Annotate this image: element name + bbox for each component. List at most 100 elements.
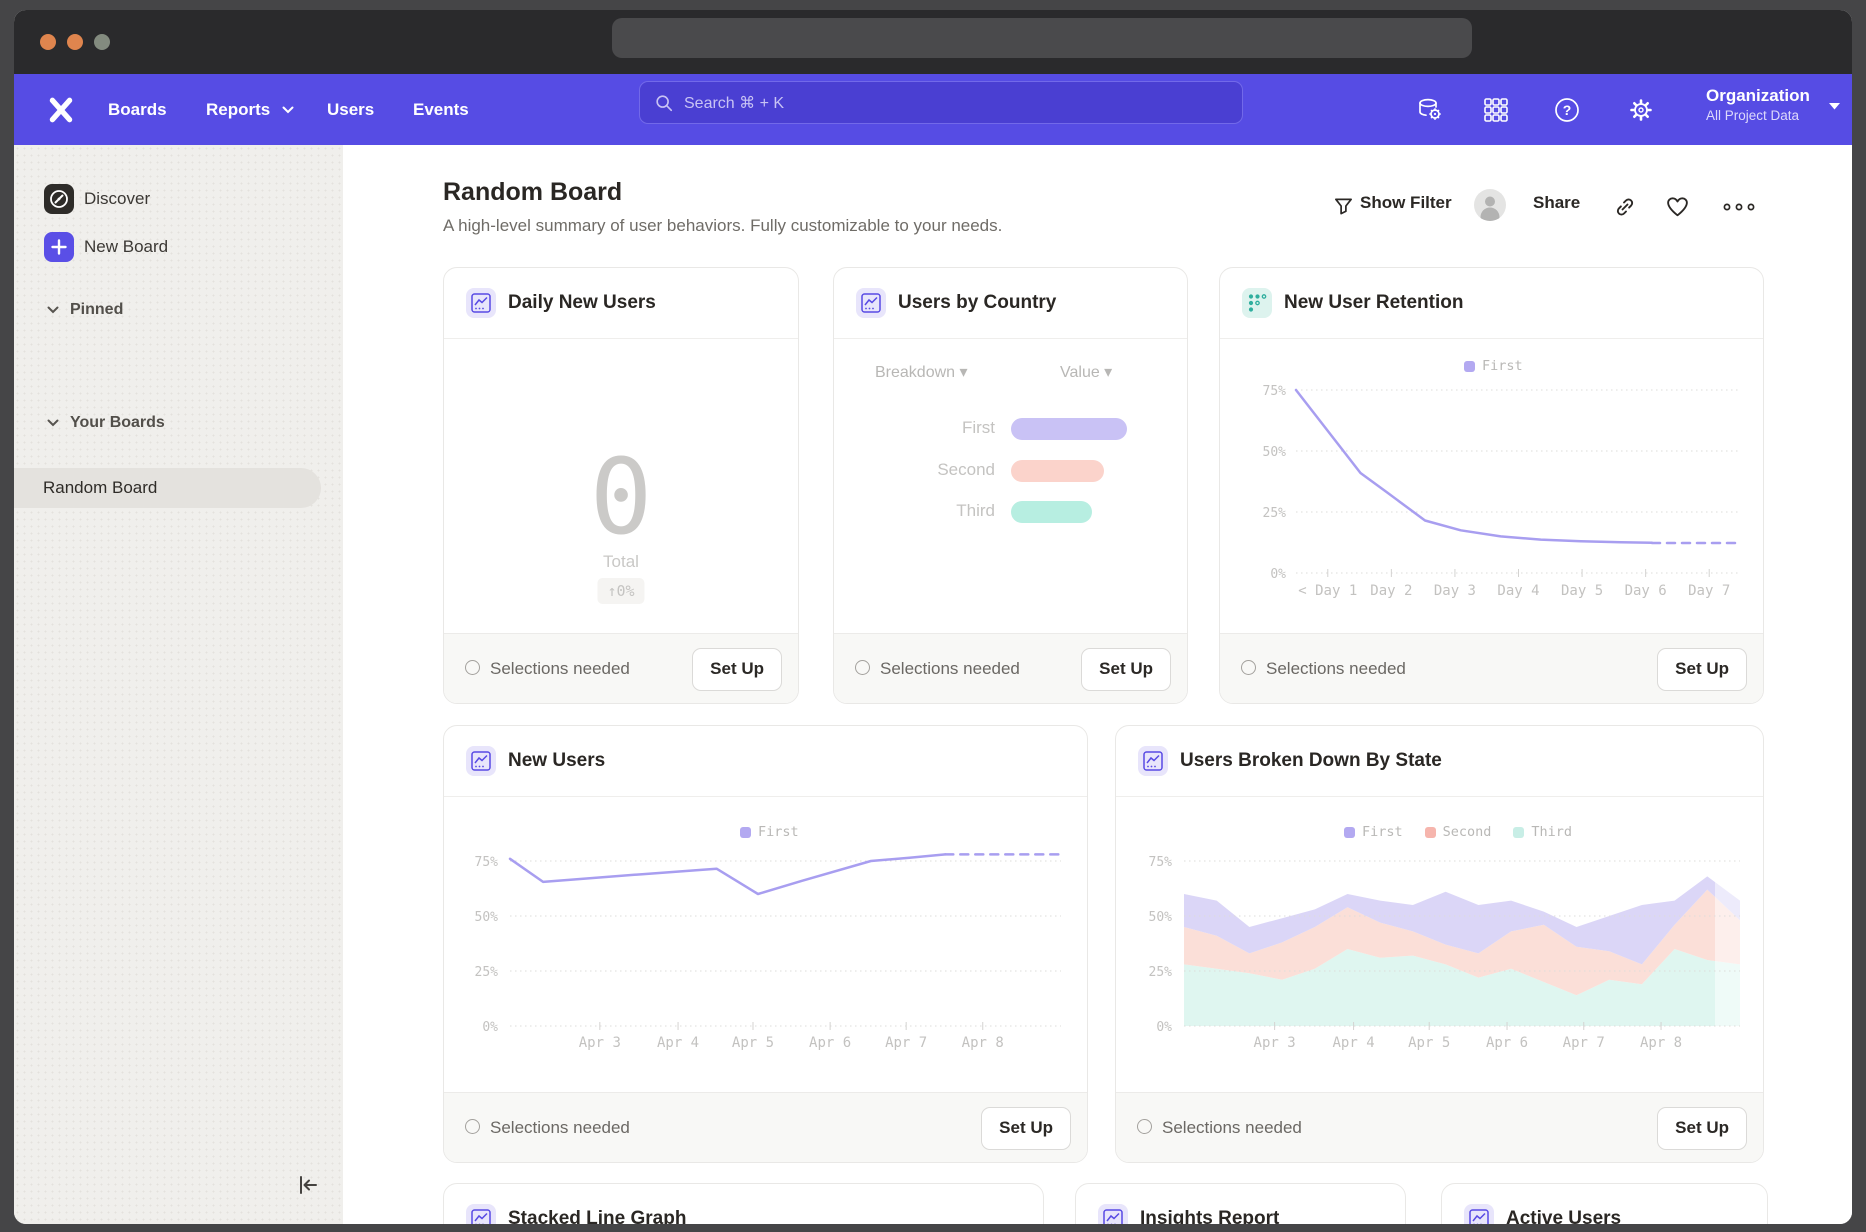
chevron-down-icon <box>1828 102 1841 111</box>
more-options-icon[interactable] <box>1722 201 1756 213</box>
svg-text:Apr 7: Apr 7 <box>1563 1035 1605 1051</box>
sidebar-section-pinned[interactable]: Pinned <box>70 301 123 319</box>
line-chart-icon <box>856 288 886 318</box>
set-up-button[interactable]: Set Up <box>1657 648 1747 691</box>
card-users-by-state: Users Broken Down By State First Second … <box>1115 725 1764 1163</box>
svg-text:75%: 75% <box>1263 384 1287 399</box>
copy-link-icon[interactable] <box>1613 195 1637 219</box>
help-icon[interactable]: ? <box>1553 96 1581 124</box>
nav-item-events[interactable]: Events <box>413 74 469 145</box>
retention-grid-icon <box>1242 288 1272 318</box>
sidebar-item-discover[interactable]: Discover <box>84 184 150 214</box>
sidebar-item-random-board[interactable]: Random Board <box>14 468 321 508</box>
bar-third <box>1011 501 1092 523</box>
traffic-light-close[interactable] <box>40 34 56 50</box>
browser-window: Boards Reports Users Events Search ⌘ + K <box>14 10 1852 1224</box>
nav-item-boards[interactable]: Boards <box>108 74 167 145</box>
svg-text:Apr 3: Apr 3 <box>1254 1035 1296 1051</box>
sidebar-item-new-board[interactable]: New Board <box>84 232 168 262</box>
show-filter-button[interactable]: Show Filter <box>1360 193 1452 213</box>
svg-text:75%: 75% <box>1149 855 1173 870</box>
nav-item-reports[interactable]: Reports <box>206 74 270 145</box>
card-header: Daily New Users <box>444 268 798 339</box>
sidebar-item-label: Random Board <box>43 468 157 508</box>
card-title: New Users <box>508 726 605 796</box>
status-circle-icon <box>855 660 870 675</box>
titlebar <box>14 10 1852 74</box>
svg-text:Day 2: Day 2 <box>1370 583 1412 599</box>
share-button[interactable]: Share <box>1533 193 1580 213</box>
card-insights-report: Insights Report <box>1075 1183 1406 1224</box>
card-header: Active Users <box>1442 1184 1767 1224</box>
card-header: Users Broken Down By State <box>1116 726 1763 797</box>
status-text: Selections needed <box>490 1093 630 1162</box>
line-chart-icon <box>1464 1204 1494 1224</box>
avatar[interactable] <box>1474 189 1506 221</box>
card-header: New User Retention <box>1220 268 1763 339</box>
chevron-down-icon[interactable] <box>47 306 59 314</box>
address-bar[interactable] <box>612 18 1472 58</box>
card-footer: Selections needed Set Up <box>834 633 1187 703</box>
search-icon <box>654 93 674 113</box>
svg-text:0%: 0% <box>1156 1020 1172 1035</box>
page-subtitle: A high-level summary of user behaviors. … <box>443 216 1002 236</box>
card-header: Users by Country <box>834 268 1187 339</box>
person-icon <box>1474 189 1506 221</box>
line-chart-icon <box>1138 746 1168 776</box>
svg-text:50%: 50% <box>1263 445 1287 460</box>
svg-text:0%: 0% <box>1270 567 1286 582</box>
svg-text:50%: 50% <box>475 910 499 925</box>
card-title: Daily New Users <box>508 268 656 338</box>
svg-text:25%: 25% <box>1263 506 1287 521</box>
svg-text:Apr 4: Apr 4 <box>657 1035 699 1051</box>
card-title: Users by Country <box>898 268 1056 338</box>
favorite-heart-icon[interactable] <box>1665 195 1690 219</box>
sidebar-section-your-boards[interactable]: Your Boards <box>70 414 165 432</box>
traffic-light-minimize[interactable] <box>67 34 83 50</box>
retention-line-chart: 75%50%25%0%< Day 1Day 2Day 3Day 4Day 5Da… <box>1230 364 1750 629</box>
search-input[interactable]: Search ⌘ + K <box>639 81 1243 124</box>
svg-text:Apr 6: Apr 6 <box>1486 1035 1528 1051</box>
mixpanel-logo-icon[interactable] <box>46 95 76 125</box>
set-up-button[interactable]: Set Up <box>981 1107 1071 1150</box>
card-title: New User Retention <box>1284 268 1463 338</box>
card-header: Insights Report <box>1076 1184 1405 1224</box>
bar-row-label: Third <box>834 501 995 521</box>
traffic-light-zoom[interactable] <box>94 34 110 50</box>
svg-text:?: ? <box>1563 102 1572 118</box>
line-chart-icon <box>466 746 496 776</box>
value-dropdown[interactable]: Value ▾ <box>1060 362 1112 382</box>
card-footer: Selections needed Set Up <box>444 1092 1087 1162</box>
org-scope: All Project Data <box>1706 107 1810 124</box>
metric-label: Total <box>444 552 798 572</box>
svg-text:0%: 0% <box>482 1020 498 1035</box>
card-header: New Users <box>444 726 1087 797</box>
svg-text:< Day 1: < Day 1 <box>1298 583 1357 599</box>
new-board-plus-icon <box>44 232 74 262</box>
status-text: Selections needed <box>1266 634 1406 703</box>
breakdown-dropdown[interactable]: Breakdown ▾ <box>875 362 968 382</box>
sidebar: Discover New Board Pinned Random Board Y… <box>14 145 343 1224</box>
filter-funnel-icon[interactable] <box>1333 196 1354 217</box>
settings-gear-icon[interactable] <box>1627 96 1655 124</box>
new-users-line-chart: 75%50%25%0%Apr 3Apr 4Apr 5Apr 6Apr 7Apr … <box>458 816 1074 1071</box>
card-footer: Selections needed Set Up <box>444 633 798 703</box>
svg-text:Apr 3: Apr 3 <box>579 1035 621 1051</box>
search-placeholder: Search ⌘ + K <box>684 93 784 113</box>
org-switcher[interactable]: Organization All Project Data <box>1706 85 1810 124</box>
bar-first <box>1011 418 1127 440</box>
set-up-button[interactable]: Set Up <box>1657 1107 1747 1150</box>
nav-item-users[interactable]: Users <box>327 74 374 145</box>
svg-text:75%: 75% <box>475 855 499 870</box>
svg-text:Day 6: Day 6 <box>1625 583 1667 599</box>
svg-text:Apr 8: Apr 8 <box>962 1035 1004 1051</box>
data-management-icon[interactable] <box>1416 96 1444 124</box>
collapse-sidebar-icon[interactable] <box>296 1173 320 1197</box>
set-up-button[interactable]: Set Up <box>1081 648 1171 691</box>
svg-text:Apr 5: Apr 5 <box>732 1035 774 1051</box>
set-up-button[interactable]: Set Up <box>692 648 782 691</box>
card-title: Users Broken Down By State <box>1180 726 1442 796</box>
chevron-down-icon[interactable] <box>47 419 59 427</box>
status-text: Selections needed <box>880 634 1020 703</box>
apps-grid-icon[interactable] <box>1482 96 1510 124</box>
